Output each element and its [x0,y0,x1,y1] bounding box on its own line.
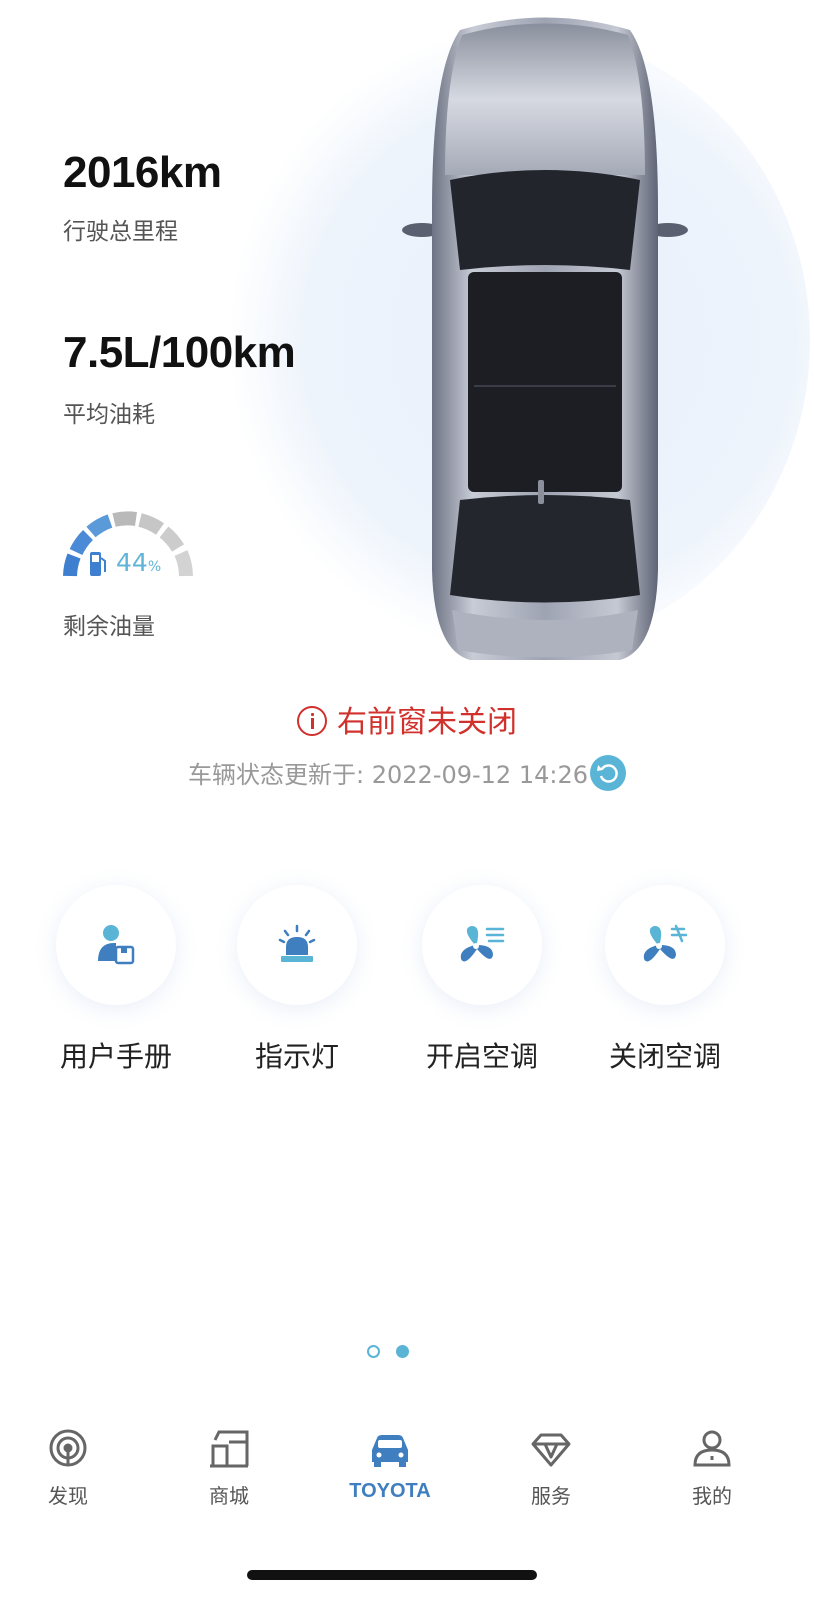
action-label: 指示灯 [254,1040,339,1073]
fuel-pump-icon [90,552,106,576]
quick-actions: 用户手册 指示灯 开启空调 关闭空调 [0,885,814,1085]
fuel-consumption-value: 7.5L/100km [63,328,296,377]
tab-service[interactable]: 服务 [491,1420,611,1509]
store-icon [169,1420,289,1468]
discover-icon [8,1420,128,1468]
tab-toyota[interactable]: TOYOTA [330,1420,450,1503]
tab-label: 发现 [48,1484,88,1508]
tab-label: 商城 [209,1484,249,1508]
car-top-view-image [402,17,688,660]
fuel-level-unit: % [147,559,162,575]
action-label: 开启空调 [425,1040,538,1073]
fuel-consumption-label: 平均油耗 [63,402,155,428]
action-ac-on[interactable]: 开启空调 [392,885,572,1075]
window-open-alert[interactable]: 右前窗未关闭 [0,697,814,741]
tab-store[interactable]: 商城 [169,1420,289,1509]
tab-label: 我的 [692,1484,732,1508]
page-dot-1[interactable] [367,1345,380,1358]
service-icon [491,1420,611,1468]
action-label: 用户手册 [59,1040,172,1073]
bottom-tab-bar: 发现 商城 TOYOTA 服务 我的 [0,1420,814,1540]
info-icon [297,705,327,736]
fuel-level-percent: 44 [116,548,148,577]
mileage-value: 2016km [63,148,222,197]
user-manual-icon [56,885,176,1005]
ac-off-icon [605,885,725,1005]
fuel-level-label: 剩余油量 [63,614,155,640]
action-user-manual[interactable]: 用户手册 [26,885,206,1075]
car-icon [330,1420,450,1468]
page-dot-2-active[interactable] [396,1345,409,1358]
action-label: 关闭空调 [608,1040,721,1073]
ac-on-icon [422,885,542,1005]
fuel-gauge: 44% [58,510,200,590]
refresh-icon[interactable] [589,755,626,791]
tab-discover[interactable]: 发现 [8,1420,128,1509]
tab-label: 服务 [531,1484,571,1508]
profile-icon [652,1420,772,1468]
fuel-level-readout: 44% [116,548,161,577]
status-update-text: 车辆状态更新于: 2022-09-12 14:26 [188,761,588,789]
mileage-label: 行驶总里程 [63,219,178,245]
warning-light-icon [237,885,357,1005]
home-indicator[interactable] [247,1570,537,1580]
alert-text: 右前窗未关闭 [337,705,517,740]
tab-profile[interactable]: 我的 [652,1420,772,1509]
tab-label: TOYOTA [349,1480,431,1502]
page-indicator [367,1345,409,1358]
action-indicator-lights[interactable]: 指示灯 [207,885,387,1075]
action-ac-off[interactable]: 关闭空调 [575,885,755,1075]
status-update: 车辆状态更新于: 2022-09-12 14:26 [0,755,814,794]
